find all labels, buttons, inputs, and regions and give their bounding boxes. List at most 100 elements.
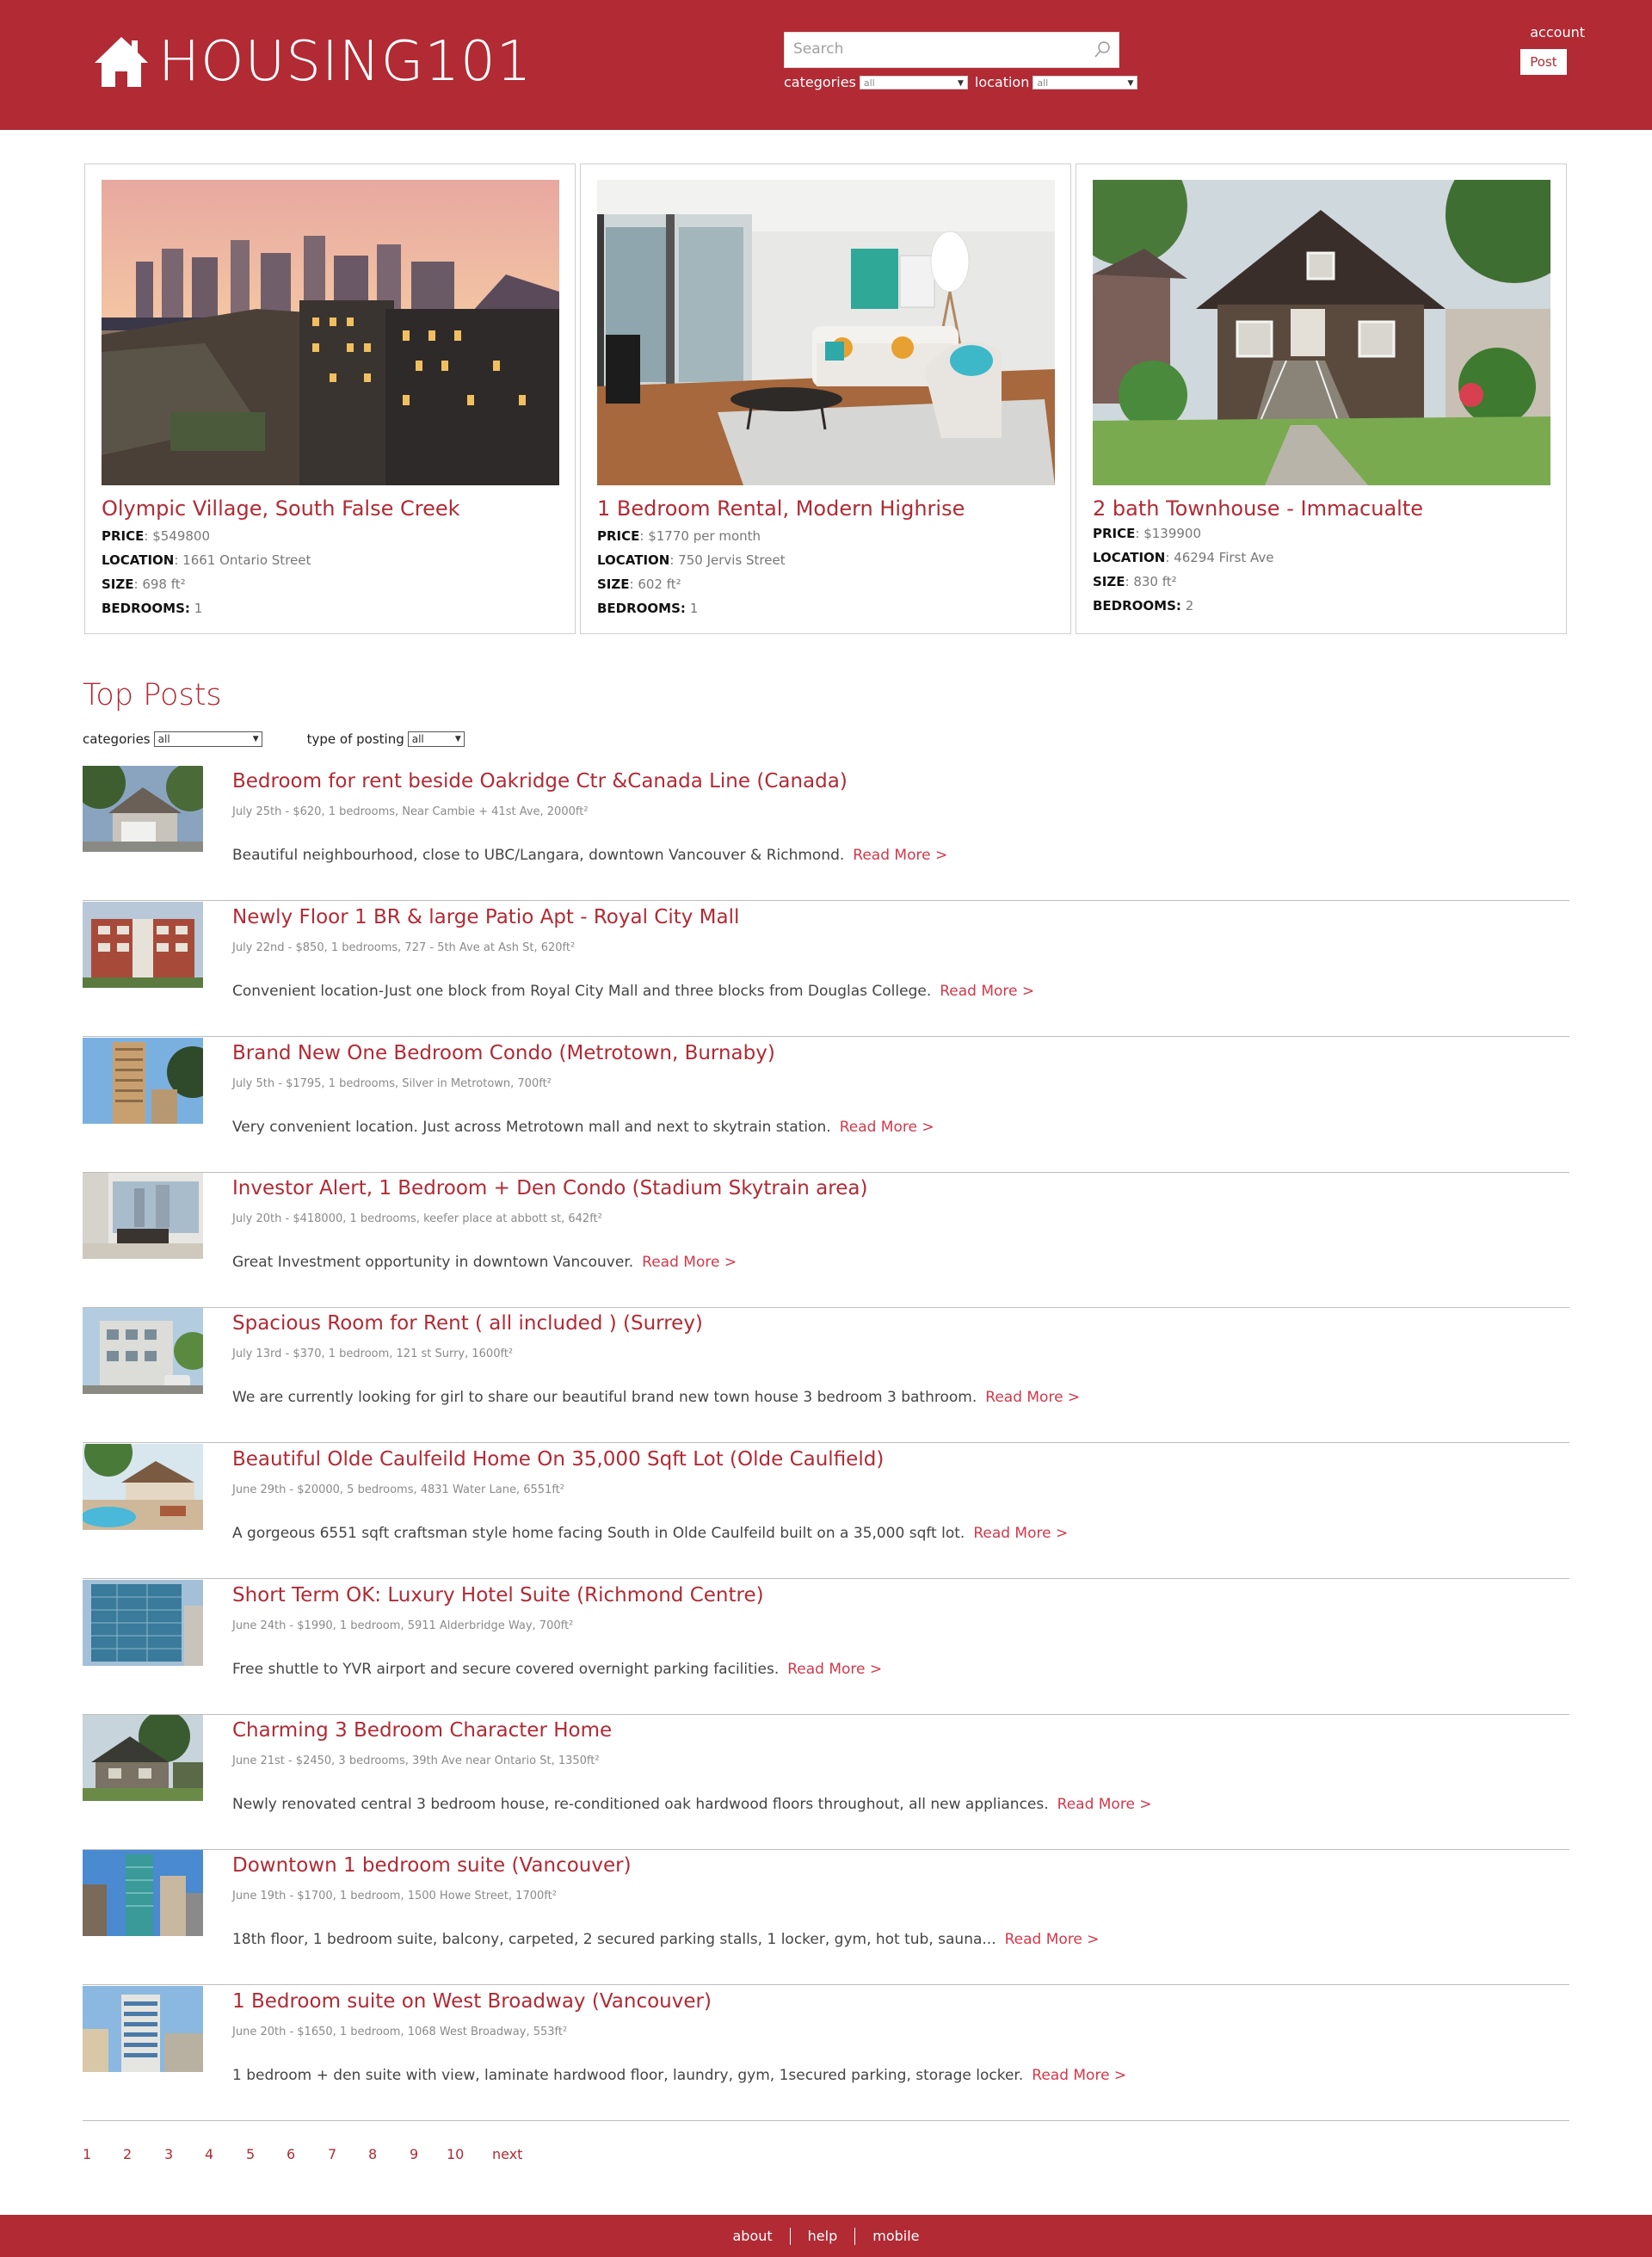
footer-mobile-link[interactable]: mobile: [855, 2228, 936, 2244]
read-more-link[interactable]: Read More >: [940, 983, 1034, 1000]
post-thumbnail[interactable]: [83, 1850, 203, 1936]
account-link[interactable]: account: [1530, 24, 1585, 40]
post-meta: July 5th - $1795, 1 bedrooms, Silver in …: [232, 1077, 552, 1090]
post-title[interactable]: Newly Floor 1 BR & large Patio Apt - Roy…: [232, 906, 739, 928]
site-footer: about help mobile: [0, 2215, 1652, 2257]
featured-size: SIZE: 698 ft²: [102, 577, 186, 592]
featured-bedrooms: BEDROOMS: 2: [1093, 598, 1193, 614]
post-title[interactable]: Beautiful Olde Caulfeild Home On 35,000 …: [232, 1448, 884, 1471]
page-link-3[interactable]: 3: [164, 2146, 205, 2162]
post-meta: July 25th - $620, 1 bedrooms, Near Cambi…: [232, 805, 589, 818]
post-meta: July 20th - $418000, 1 bedrooms, keefer …: [232, 1212, 602, 1225]
location-value: : 1661 Ontario Street: [174, 552, 311, 568]
page-link-4[interactable]: 4: [205, 2146, 246, 2162]
read-more-link[interactable]: Read More >: [1032, 2067, 1126, 2084]
featured-title[interactable]: 2 bath Townhouse - Immacualte: [1093, 496, 1423, 521]
header-filters: categories all ▼ location all ▼: [784, 74, 1138, 90]
post-title[interactable]: 1 Bedroom suite on West Broadway (Vancou…: [232, 1990, 712, 2013]
post-thumbnail[interactable]: [83, 766, 203, 852]
read-more-link[interactable]: Read More >: [973, 1525, 1068, 1542]
post-thumbnail[interactable]: [83, 1444, 203, 1530]
featured-card[interactable]: 1 Bedroom Rental, Modern Highrise PRICE:…: [580, 163, 1071, 634]
featured-photo-townhouse[interactable]: [1093, 180, 1550, 485]
categories-select[interactable]: all ▼: [859, 75, 968, 89]
post-description: 18th floor, 1 bedroom suite, balcony, ca…: [232, 1931, 1100, 1948]
next-page-link[interactable]: next: [492, 2146, 522, 2162]
featured-photo-city-waterfront[interactable]: [102, 180, 559, 485]
featured-price: PRICE: $139900: [1093, 526, 1201, 541]
read-more-link[interactable]: Read More >: [853, 847, 947, 864]
post-thumbnail[interactable]: [83, 1308, 203, 1394]
size-value: : 698 ft²: [133, 577, 186, 592]
post-title[interactable]: Short Term OK: Luxury Hotel Suite (Richm…: [232, 1584, 764, 1606]
page-link-2[interactable]: 2: [123, 2146, 164, 2162]
page-link-10[interactable]: 10: [447, 2146, 492, 2162]
post-thumbnail[interactable]: [83, 1038, 203, 1124]
post-meta: June 20th - $1650, 1 bedroom, 1068 West …: [232, 2026, 568, 2038]
post-item: Charming 3 Bedroom Character Home June 2…: [83, 1715, 1569, 1850]
categories-select[interactable]: all ▼: [153, 731, 262, 747]
featured-bedrooms: BEDROOMS: 1: [102, 601, 202, 616]
post-title[interactable]: Brand New One Bedroom Condo (Metrotown, …: [232, 1042, 775, 1064]
search-input[interactable]: [785, 33, 1094, 65]
price-value: : $549800: [144, 528, 211, 544]
read-more-link[interactable]: Read More >: [985, 1389, 1080, 1406]
post-thumbnail[interactable]: [83, 902, 203, 988]
categories-label: categories: [83, 731, 151, 747]
page-link-8[interactable]: 8: [368, 2146, 410, 2162]
size-label: SIZE: [1093, 574, 1125, 589]
post-thumbnail[interactable]: [83, 1580, 203, 1666]
page-link-1[interactable]: 1: [83, 2146, 123, 2162]
featured-price: PRICE: $1770 per month: [597, 528, 761, 544]
type-select[interactable]: all ▼: [407, 731, 465, 747]
post-meta: June 29th - $20000, 5 bedrooms, 4831 Wat…: [232, 1483, 564, 1496]
post-meta: June 19th - $1700, 1 bedroom, 1500 Howe …: [232, 1890, 557, 1902]
size-value: : 830 ft²: [1125, 574, 1177, 589]
read-more-link[interactable]: Read More >: [840, 1119, 934, 1136]
read-more-link[interactable]: Read More >: [1057, 1796, 1152, 1813]
page-link-5[interactable]: 5: [246, 2146, 287, 2162]
top-posts-heading: Top Posts: [83, 678, 222, 712]
post-title[interactable]: Bedroom for rent beside Oakridge Ctr &Ca…: [232, 770, 848, 792]
location-label: location: [974, 74, 1030, 90]
size-label: SIZE: [102, 577, 134, 592]
post-thumbnail[interactable]: [83, 1986, 203, 2072]
house-icon: [95, 37, 148, 87]
footer-about-link[interactable]: about: [715, 2228, 789, 2244]
featured-photo-living-room[interactable]: [597, 180, 1055, 485]
post-title[interactable]: Charming 3 Bedroom Character Home: [232, 1719, 612, 1742]
page-link-6[interactable]: 6: [287, 2146, 328, 2162]
post-title[interactable]: Investor Alert, 1 Bedroom + Den Condo (S…: [232, 1177, 867, 1199]
post-thumbnail[interactable]: [83, 1173, 203, 1259]
categories-select-value: all: [157, 733, 170, 745]
page-link-7[interactable]: 7: [328, 2146, 368, 2162]
location-select[interactable]: all ▼: [1032, 75, 1138, 89]
search-icon[interactable]: [1093, 40, 1112, 59]
post-description-text: Convenient location-Just one block from …: [232, 983, 932, 1000]
featured-card[interactable]: 2 bath Townhouse - Immacualte PRICE: $13…: [1076, 163, 1567, 634]
featured-card[interactable]: Olympic Village, South False Creek PRICE…: [84, 163, 576, 634]
size-value: : 602 ft²: [629, 577, 681, 592]
location-value: : 750 Jervis Street: [669, 552, 786, 568]
post-meta: July 22nd - $850, 1 bedrooms, 727 - 5th …: [232, 941, 576, 954]
post-title[interactable]: Downtown 1 bedroom suite (Vancouver): [232, 1854, 632, 1877]
read-more-link[interactable]: Read More >: [787, 1661, 882, 1678]
featured-location: LOCATION: 46294 First Ave: [1093, 550, 1274, 565]
bedrooms-value: 2: [1180, 598, 1194, 614]
featured-title[interactable]: 1 Bedroom Rental, Modern Highrise: [597, 496, 965, 521]
site-logo[interactable]: HOUSING101: [93, 31, 532, 93]
post-description-text: Very convenient location. Just across Me…: [232, 1119, 831, 1136]
post-description-text: Beautiful neighbourhood, close to UBC/La…: [232, 847, 845, 864]
read-more-link[interactable]: Read More >: [1005, 1931, 1100, 1948]
bedrooms-label: BEDROOMS:: [1093, 598, 1181, 614]
featured-title[interactable]: Olympic Village, South False Creek: [102, 496, 460, 521]
post-button[interactable]: Post: [1520, 49, 1567, 75]
post-item: Brand New One Bedroom Condo (Metrotown, …: [83, 1038, 1569, 1173]
post-title[interactable]: Spacious Room for Rent ( all included ) …: [232, 1312, 703, 1335]
page-link-9[interactable]: 9: [410, 2146, 447, 2162]
post-thumbnail[interactable]: [83, 1715, 203, 1801]
footer-help-link[interactable]: help: [791, 2228, 855, 2244]
bedrooms-label: BEDROOMS:: [597, 601, 686, 616]
featured-size: SIZE: 830 ft²: [1093, 574, 1177, 589]
read-more-link[interactable]: Read More >: [642, 1254, 737, 1271]
